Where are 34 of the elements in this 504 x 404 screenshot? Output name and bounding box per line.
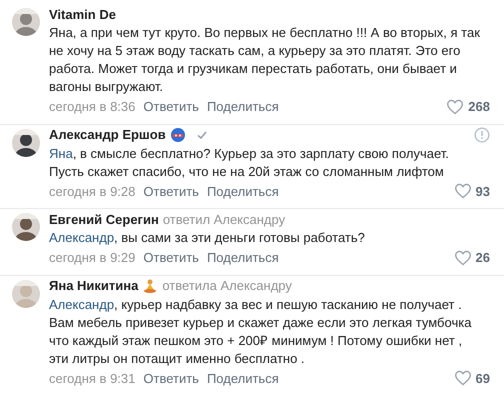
comment-time: сегодня в 8:36 <box>49 98 136 116</box>
comment-text: Яна, а при чем тут круто. Во первых не бесплатно !!! А во вторых, я так не хочу на 5 этаж воду таскать сам, а курьеру за это платят. Это его работа. Может тогда и грузчикам перестать работать, они бывает и вагоны выгружают. <box>49 24 481 96</box>
mention-link[interactable]: Александр <box>49 230 114 245</box>
reply-link[interactable]: Ответить <box>143 97 199 116</box>
report-icon[interactable] <box>474 127 490 143</box>
share-link[interactable]: Поделиться <box>206 368 279 388</box>
mention-link[interactable]: Яна <box>49 146 73 160</box>
like-button[interactable]: 26 <box>454 248 490 268</box>
mention-link[interactable]: Александр <box>49 296 114 312</box>
comment-text: Яна, в смысле бесплатно? Курьер за это зарплату свою получает. Пусть скажет спасибо, что не на 20й этаж со сломанным лифтом <box>49 144 450 180</box>
heart-icon <box>446 98 464 115</box>
comment-time: сегодня в 9:29 <box>49 249 136 267</box>
author-name[interactable]: Евгений Серегин <box>49 210 159 230</box>
comment-text: Александр, вы сами за эти деньги готовы работать? <box>49 229 366 247</box>
share-link[interactable]: Поделиться <box>206 248 279 268</box>
comment-text: Александр, курьер надбавку за вес и пешую тасканию не получает . Вам мебель привезет курьер и скажет даже если это легкая тумбочка что каждый этаж пешком это + 200₽ минимум ! Потому ошибки нет , эти литры он потащит именно бесплатно . <box>49 296 472 368</box>
like-button[interactable]: 93 <box>454 182 490 201</box>
like-button[interactable]: 268 <box>446 97 490 116</box>
heart-icon <box>454 183 472 200</box>
share-link[interactable]: Поделиться <box>206 97 279 116</box>
comment-time: сегодня в 9:28 <box>49 182 136 201</box>
author-name[interactable]: Vitamin De <box>49 4 116 24</box>
reply-link[interactable]: Ответить <box>143 182 199 201</box>
reply-link[interactable]: Ответить <box>143 368 199 388</box>
share-link[interactable]: Поделиться <box>206 182 279 201</box>
like-button[interactable]: 69 <box>454 368 490 388</box>
comment-time: сегодня в 9:31 <box>49 370 136 388</box>
author-name[interactable]: Александр Ершов <box>49 125 166 145</box>
reply-note[interactable]: ответила Александру <box>162 276 292 296</box>
heart-icon <box>454 370 472 386</box>
reply-link[interactable]: Ответить <box>143 248 199 268</box>
reply-note[interactable]: ответил Александру <box>162 210 286 230</box>
author-name[interactable]: Яна Никитина <box>49 276 138 296</box>
heart-icon <box>454 250 472 266</box>
